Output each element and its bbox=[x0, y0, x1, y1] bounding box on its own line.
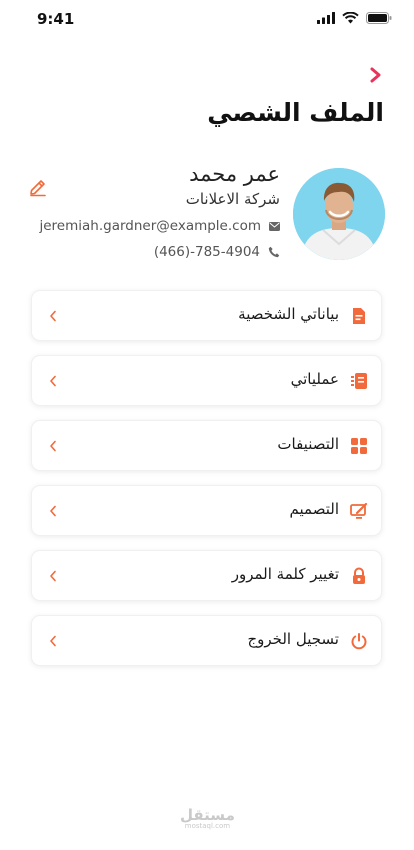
menu-item-my-operations[interactable]: عملياتي bbox=[31, 355, 382, 406]
menu-item-label: التصنيفات bbox=[277, 435, 339, 453]
battery-icon bbox=[366, 12, 392, 24]
wifi-icon bbox=[342, 12, 359, 24]
clipboard-icon bbox=[351, 373, 367, 389]
menu-item-personal-data[interactable]: بياناتي الشخصية bbox=[31, 290, 382, 341]
email-text: jeremiah.gardner@example.com bbox=[39, 218, 261, 234]
menu-item-logout[interactable]: تسجيل الخروج bbox=[31, 615, 382, 666]
menu-item-change-password[interactable]: تغيير كلمة المرور bbox=[31, 550, 382, 601]
cellular-signal-icon bbox=[317, 12, 335, 24]
chevron-left-icon bbox=[50, 635, 56, 647]
status-time: 9:41 bbox=[37, 10, 75, 28]
pencil-icon bbox=[30, 180, 46, 197]
watermark-latin: mostaql.com bbox=[184, 822, 231, 830]
menu-item-label: عملياتي bbox=[290, 370, 339, 388]
menu-item-categories[interactable]: التصنيفات bbox=[31, 420, 382, 471]
user-name: عمر محمد bbox=[189, 162, 280, 186]
chevron-left-icon bbox=[50, 310, 56, 322]
chevron-left-icon bbox=[50, 570, 56, 582]
menu-item-label: تغيير كلمة المرور bbox=[231, 565, 339, 583]
phone-icon bbox=[268, 246, 280, 258]
email-row: jeremiah.gardner@example.com bbox=[39, 218, 280, 234]
grid-icon bbox=[351, 438, 367, 454]
page-title: الملف الشصي bbox=[207, 98, 384, 127]
avatar[interactable] bbox=[293, 168, 385, 260]
avatar-image bbox=[293, 168, 385, 260]
menu-item-label: تسجيل الخروج bbox=[247, 630, 339, 648]
menu-item-label: بياناتي الشخصية bbox=[238, 305, 339, 323]
chevron-left-icon bbox=[50, 440, 56, 452]
lock-icon bbox=[353, 567, 365, 584]
user-company: شركة الاعلانات bbox=[185, 190, 280, 208]
back-button[interactable] bbox=[368, 66, 384, 84]
menu-item-label: التصميم bbox=[289, 500, 339, 518]
profile-menu: بياناتي الشخصية عملياتي التصنيفات التصمي… bbox=[31, 290, 382, 680]
phone-text: (466)-785-4904 bbox=[153, 244, 260, 260]
design-monitor-icon bbox=[350, 502, 368, 519]
phone-row: (466)-785-4904 bbox=[154, 244, 280, 260]
menu-item-design[interactable]: التصميم bbox=[31, 485, 382, 536]
watermark: مستقل mostaql.com bbox=[180, 806, 235, 830]
chevron-left-icon bbox=[50, 505, 56, 517]
power-icon bbox=[351, 633, 367, 650]
chevron-left-icon bbox=[50, 375, 56, 387]
mail-icon bbox=[269, 221, 280, 231]
edit-profile-button[interactable] bbox=[28, 177, 48, 197]
status-bar: 9:41 bbox=[0, 0, 414, 40]
status-icons bbox=[317, 12, 392, 24]
document-icon bbox=[353, 308, 365, 324]
